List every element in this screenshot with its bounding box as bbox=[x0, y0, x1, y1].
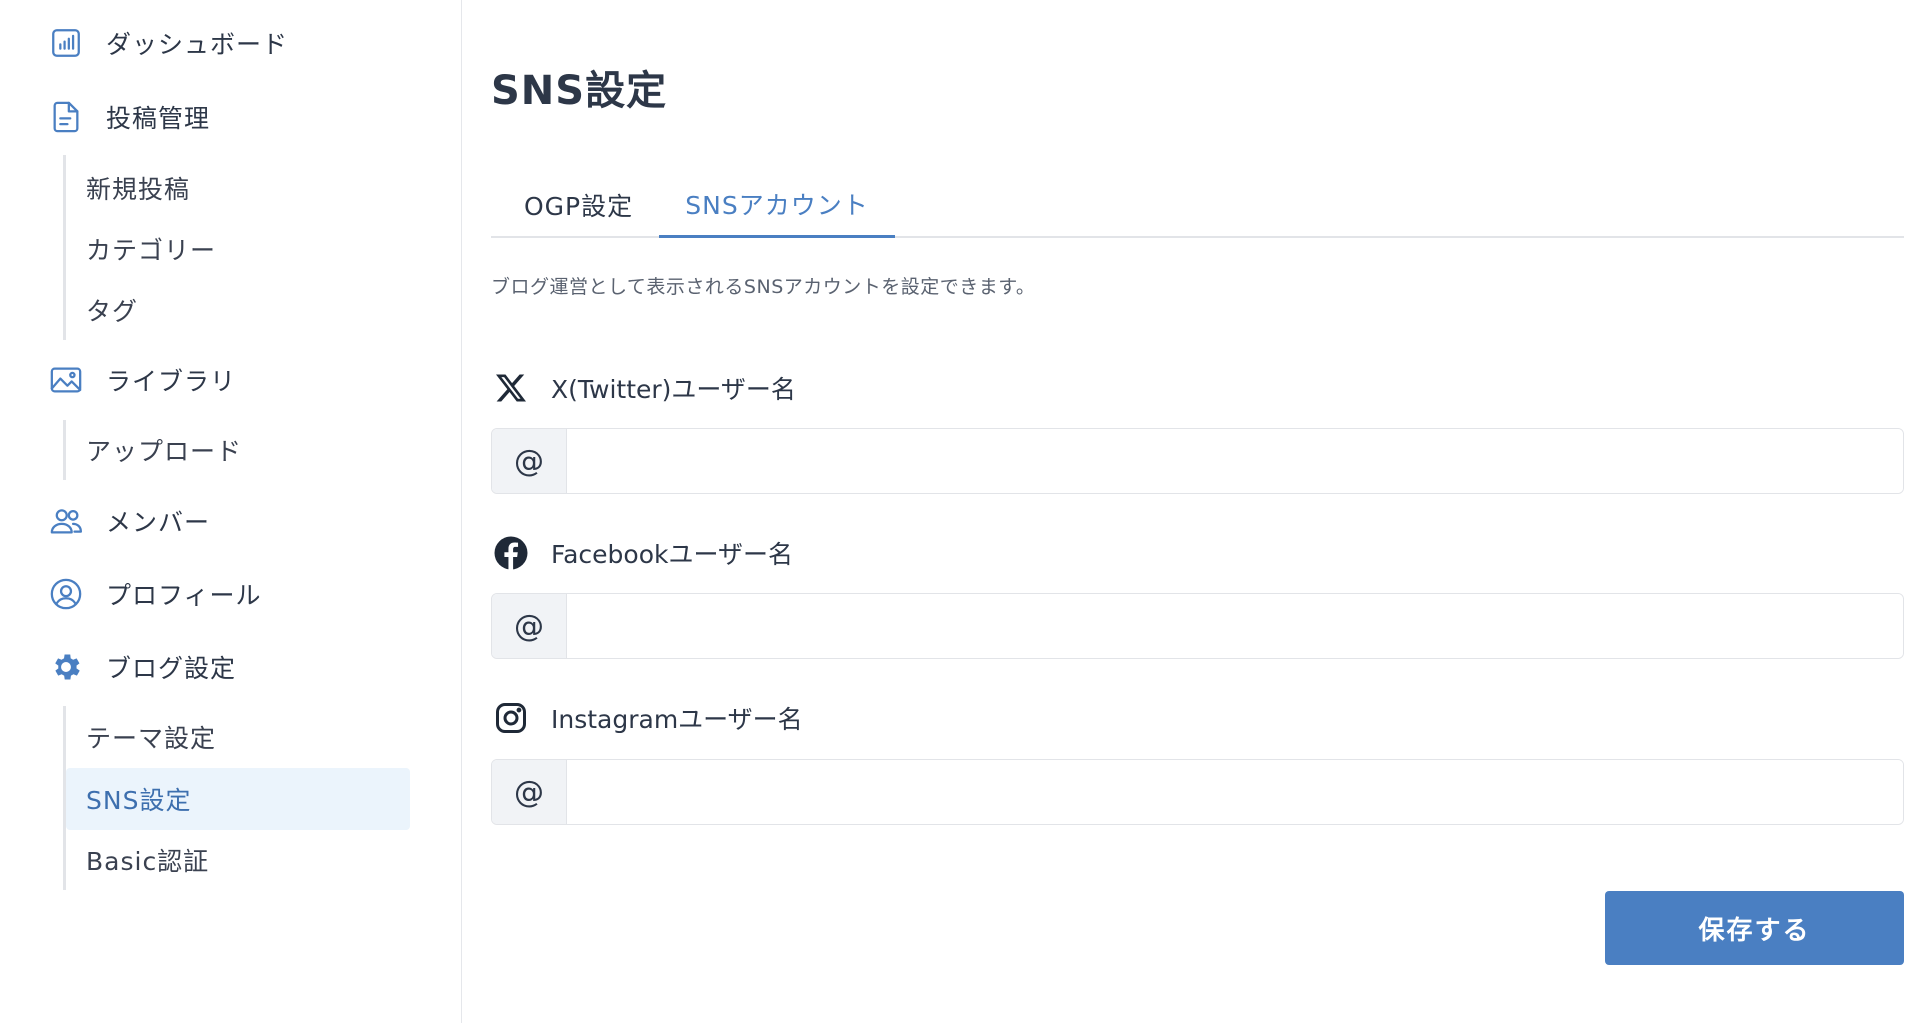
twitter-username-input[interactable] bbox=[567, 429, 1903, 493]
twitter-input-group: @ bbox=[491, 428, 1904, 494]
sidebar-item-label: メンバー bbox=[106, 508, 211, 537]
field-label-text: Facebookユーザー名 bbox=[551, 540, 793, 569]
gear-icon bbox=[48, 649, 84, 685]
sidebar-subitem-tag[interactable]: タグ bbox=[86, 280, 138, 340]
sidebar-subitem-theme[interactable]: テーマ設定 bbox=[86, 707, 216, 767]
tab-ogp[interactable]: OGP設定 bbox=[524, 172, 633, 238]
sidebar-subitem-sns[interactable]: SNS設定 bbox=[66, 768, 410, 830]
bar-chart-icon bbox=[48, 25, 84, 61]
instagram-username-input[interactable] bbox=[567, 760, 1903, 824]
at-prefix: @ bbox=[492, 429, 567, 493]
sidebar: ダッシュボード 投稿管理 新規投稿 カテゴリー タグ ライブラリ アップロード bbox=[0, 0, 462, 1023]
save-button[interactable]: 保存する bbox=[1605, 891, 1904, 965]
sidebar-subitem-upload[interactable]: アップロード bbox=[86, 420, 242, 480]
x-twitter-icon bbox=[491, 368, 531, 408]
sidebar-item-label: プロフィール bbox=[106, 581, 262, 610]
sidebar-subitem-category[interactable]: カテゴリー bbox=[86, 219, 216, 279]
instagram-icon bbox=[491, 698, 531, 738]
instagram-input-group: @ bbox=[491, 759, 1904, 825]
instagram-field-label: Instagramユーザー名 bbox=[491, 697, 803, 739]
sidebar-item-posts[interactable]: 投稿管理 bbox=[48, 93, 210, 141]
user-circle-icon bbox=[48, 576, 84, 612]
sidebar-item-label: 投稿管理 bbox=[106, 104, 211, 133]
sidebar-item-profile[interactable]: プロフィール bbox=[48, 570, 262, 618]
sidebar-item-blog-settings[interactable]: ブログ設定 bbox=[48, 643, 236, 691]
sidebar-item-label: ブログ設定 bbox=[106, 654, 237, 683]
sidebar-item-label: ダッシュボード bbox=[106, 30, 289, 59]
tab-sns-account[interactable]: SNSアカウント bbox=[659, 172, 895, 238]
users-icon bbox=[48, 503, 84, 539]
sidebar-subitem-new-post[interactable]: 新規投稿 bbox=[86, 158, 190, 218]
facebook-field-label: Facebookユーザー名 bbox=[491, 532, 793, 574]
at-prefix: @ bbox=[492, 760, 567, 824]
description: ブログ運営として表示されるSNSアカウントを設定できます。 bbox=[491, 276, 1036, 298]
sidebar-item-label: ライブラリ bbox=[106, 367, 237, 396]
sidebar-item-library[interactable]: ライブラリ bbox=[48, 356, 236, 404]
sidebar-item-members[interactable]: メンバー bbox=[48, 497, 210, 545]
page-title: SNS設定 bbox=[491, 68, 668, 114]
tab-bar: OGP設定 SNSアカウント bbox=[491, 172, 1904, 238]
sidebar-subitem-basic-auth[interactable]: Basic認証 bbox=[86, 830, 209, 890]
facebook-username-input[interactable] bbox=[567, 594, 1903, 658]
posts-submenu-line bbox=[63, 155, 66, 340]
facebook-input-group: @ bbox=[491, 593, 1904, 659]
at-prefix: @ bbox=[492, 594, 567, 658]
field-label-text: X(Twitter)ユーザー名 bbox=[551, 375, 796, 404]
facebook-icon bbox=[491, 533, 531, 573]
image-icon bbox=[48, 362, 84, 398]
library-submenu-line bbox=[63, 420, 66, 480]
document-icon bbox=[48, 99, 84, 135]
twitter-field-label: X(Twitter)ユーザー名 bbox=[491, 367, 796, 409]
field-label-text: Instagramユーザー名 bbox=[551, 705, 803, 734]
sidebar-item-dashboard[interactable]: ダッシュボード bbox=[48, 19, 288, 67]
